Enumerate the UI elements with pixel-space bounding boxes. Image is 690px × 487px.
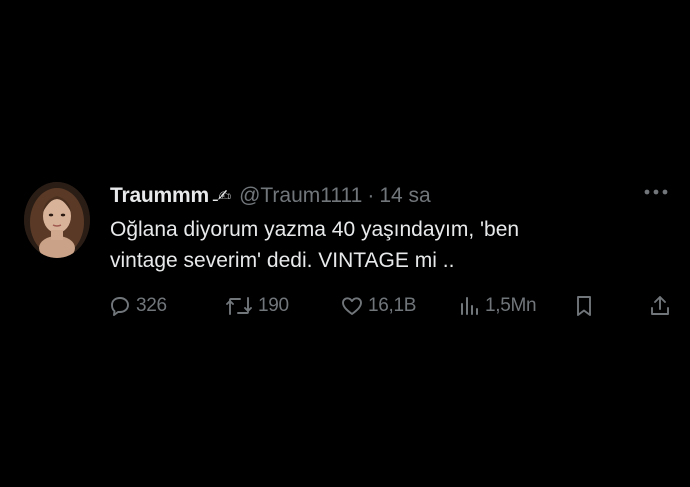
views-button[interactable]: 1,5Mn — [457, 290, 537, 322]
retweet-icon — [226, 297, 252, 315]
timestamp[interactable]: 14 sa — [379, 184, 430, 208]
avatar-image — [24, 182, 90, 258]
views-icon — [461, 297, 478, 315]
more-options-button[interactable] — [641, 180, 671, 204]
retweet-button[interactable]: 190 — [224, 290, 289, 322]
tweet-header: Traummm ـ✍ @Traum1111 · 14 sa — [110, 182, 677, 210]
avatar[interactable] — [24, 182, 90, 258]
reply-icon — [111, 297, 129, 316]
tweet-text: Oğlana diyorum yazma 40 yaşındayım, 'ben… — [110, 218, 520, 272]
reply-count: 326 — [136, 295, 167, 316]
action-bar: 326 190 16,1B 1,5Mn — [108, 290, 678, 322]
share-button[interactable] — [648, 290, 672, 322]
name-emoji: ـ✍ — [212, 188, 232, 205]
more-icon — [644, 189, 668, 195]
display-name[interactable]: Traummm — [110, 184, 209, 208]
bookmark-button[interactable] — [572, 290, 596, 322]
like-button[interactable]: 16,1B — [340, 290, 416, 322]
like-count: 16,1B — [368, 295, 417, 316]
handle[interactable]: @Traum1111 — [239, 184, 362, 208]
reply-button[interactable]: 326 — [108, 290, 167, 322]
tweet[interactable]: Traummm ـ✍ @Traum1111 · 14 sa Oğlana diy… — [22, 178, 677, 338]
like-icon — [342, 297, 362, 315]
separator-dot: · — [367, 184, 375, 207]
retweet-count: 190 — [258, 295, 289, 316]
bookmark-icon — [577, 296, 591, 316]
share-icon — [651, 296, 669, 315]
view-count: 1,5Mn — [485, 295, 537, 316]
